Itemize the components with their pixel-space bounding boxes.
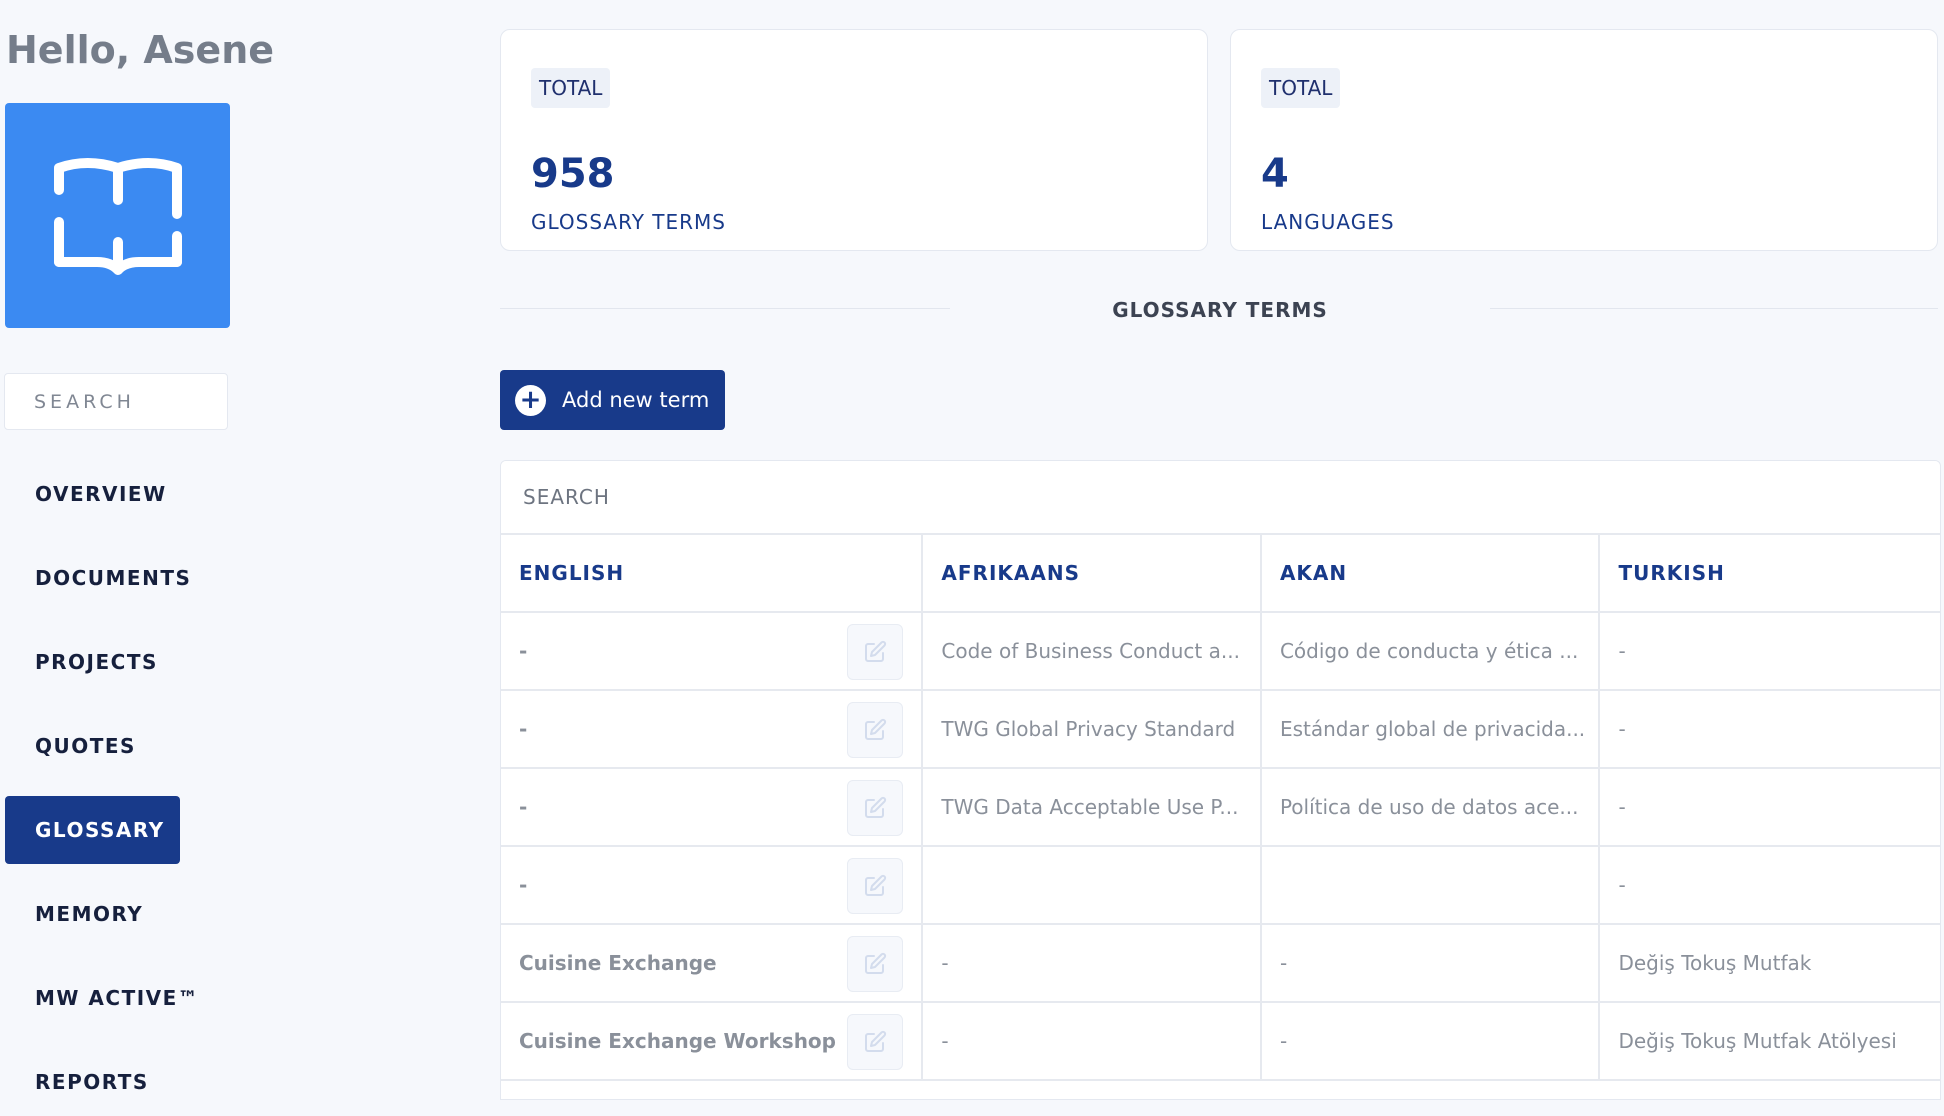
stat-card-languages: TOTAL 4 LANGUAGES	[1230, 29, 1938, 251]
cell-afrikaans[interactable]: Code of Business Conduct a...	[923, 613, 1262, 689]
sidebar-item-overview[interactable]: OVERVIEW	[5, 460, 197, 528]
sidebar-item-reports[interactable]: REPORTS	[5, 1048, 179, 1116]
edit-icon	[865, 952, 887, 974]
column-header-english[interactable]: ENGLISH	[501, 535, 924, 611]
sidebar-item-projects[interactable]: PROJECTS	[5, 628, 188, 696]
cell-afrikaans[interactable]: -	[923, 925, 1262, 1001]
edit-icon	[865, 1030, 887, 1052]
english-term: Cuisine Exchange	[519, 951, 717, 975]
sidebar-item-quotes[interactable]: QUOTES	[5, 712, 166, 780]
edit-term-button[interactable]	[847, 702, 904, 758]
edit-term-button[interactable]	[847, 780, 904, 836]
table-search-input[interactable]	[501, 461, 1940, 535]
column-header-akan[interactable]: AKAN	[1262, 535, 1601, 611]
stat-value: 958	[531, 151, 615, 197]
table-row: Cuisine Exchange - - Değiş Tokuş Mutfak	[501, 925, 1940, 1003]
edit-term-button[interactable]	[847, 624, 904, 680]
table-row: - -	[501, 847, 1940, 925]
stat-badge: TOTAL	[531, 68, 611, 108]
cell-akan[interactable]: Código de conducta y ética ...	[1262, 613, 1601, 689]
edit-icon	[865, 796, 887, 818]
section-title: GLOSSARY TERMS	[1112, 298, 1328, 322]
cell-turkish[interactable]: -	[1600, 613, 1940, 689]
plus-circle-icon: +	[515, 384, 546, 416]
cell-afrikaans[interactable]: TWG Global Privacy Standard	[923, 691, 1262, 767]
cell-english: -	[501, 691, 924, 767]
cell-akan[interactable]: Estándar global de privacida...	[1262, 691, 1601, 767]
sidebar-search-input[interactable]	[4, 373, 228, 430]
sidebar: Hello, Asene OVERVIEW DOCUMENTS PROJECTS…	[0, 0, 274, 1094]
column-header-turkish[interactable]: TURKISH	[1600, 535, 1940, 611]
add-new-term-button[interactable]: + Add new term	[500, 370, 725, 430]
english-term: -	[519, 717, 528, 741]
cell-turkish[interactable]: -	[1600, 691, 1940, 767]
sidebar-item-mw-active[interactable]: MW ACTIVE™	[5, 964, 229, 1032]
edit-term-button[interactable]	[847, 858, 904, 914]
cell-turkish[interactable]: Değiş Tokuş Mutfak Atölyesi	[1600, 1003, 1940, 1079]
greeting: Hello, Asene	[6, 28, 275, 72]
cell-turkish[interactable]: -	[1600, 847, 1940, 923]
edit-icon	[865, 874, 887, 896]
english-term: -	[519, 795, 528, 819]
cell-akan[interactable]	[1262, 847, 1601, 923]
column-header-afrikaans[interactable]: AFRIKAANS	[923, 535, 1262, 611]
stat-value: 4	[1261, 151, 1289, 197]
stat-badge: TOTAL	[1261, 68, 1341, 108]
stat-card-glossary-terms: TOTAL 958 GLOSSARY TERMS	[500, 29, 1208, 251]
open-book-icon	[53, 157, 182, 275]
cell-akan[interactable]: -	[1262, 925, 1601, 1001]
table-header-row: ENGLISH AFRIKAANS AKAN TURKISH	[501, 535, 1940, 613]
edit-icon	[865, 640, 887, 662]
logo-tile[interactable]	[5, 103, 230, 328]
english-term: -	[519, 873, 528, 897]
cell-afrikaans[interactable]	[923, 847, 1262, 923]
cell-akan[interactable]: -	[1262, 1003, 1601, 1079]
cell-english: -	[501, 769, 924, 845]
add-new-term-label: Add new term	[562, 388, 710, 412]
cell-akan[interactable]: Política de uso de datos ace...	[1262, 769, 1601, 845]
cell-turkish[interactable]: Değiş Tokuş Mutfak	[1600, 925, 1940, 1001]
cell-english: Cuisine Exchange Workshop	[501, 1003, 924, 1079]
sidebar-item-glossary[interactable]: GLOSSARY	[5, 796, 180, 864]
table-row: - TWG Global Privacy Standard Estándar g…	[501, 691, 1940, 769]
cell-afrikaans[interactable]: TWG Data Acceptable Use P...	[923, 769, 1262, 845]
edit-term-button[interactable]	[847, 936, 904, 992]
edit-term-button[interactable]	[847, 1014, 904, 1070]
cell-english: -	[501, 613, 924, 689]
edit-icon	[865, 718, 887, 740]
table-row: - TWG Data Acceptable Use P... Política …	[501, 769, 1940, 847]
english-term: Cuisine Exchange Workshop	[519, 1029, 836, 1053]
english-term: -	[519, 639, 528, 663]
divider-left	[500, 308, 950, 309]
table-row: Cuisine Exchange Workshop - - Değiş Toku…	[501, 1003, 1940, 1081]
divider-right	[1490, 308, 1938, 309]
cell-english: Cuisine Exchange	[501, 925, 924, 1001]
table-row: - Code of Business Conduct a... Código d…	[501, 613, 1940, 691]
glossary-table: ENGLISH AFRIKAANS AKAN TURKISH - Code of…	[500, 460, 1941, 1100]
cell-turkish[interactable]: -	[1600, 769, 1940, 845]
sidebar-item-memory[interactable]: MEMORY	[5, 880, 173, 948]
cell-english: -	[501, 847, 924, 923]
stat-label: LANGUAGES	[1261, 210, 1395, 234]
sidebar-item-documents[interactable]: DOCUMENTS	[5, 544, 221, 612]
cell-afrikaans[interactable]: -	[923, 1003, 1262, 1079]
stat-label: GLOSSARY TERMS	[531, 210, 727, 234]
